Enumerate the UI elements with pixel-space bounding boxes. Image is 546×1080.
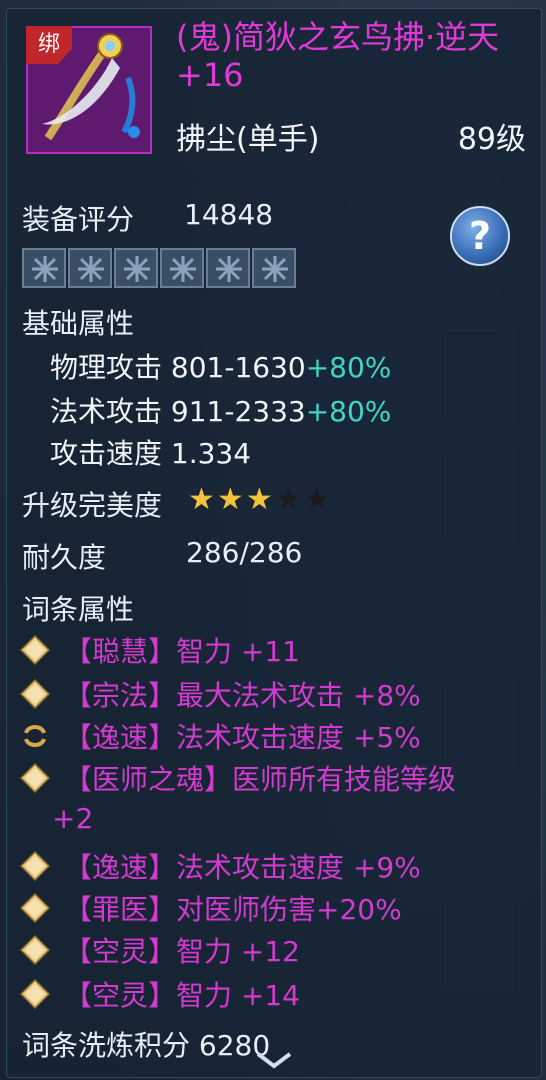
affix-text: 【医师之魂】医师所有技能等级 xyxy=(64,763,457,796)
affix-row: 【空灵】智力 +14 xyxy=(20,974,300,1014)
star-empty-icon: ★ xyxy=(274,482,302,517)
star-filled-icon: ★ xyxy=(245,482,273,517)
snowflake-icon xyxy=(216,256,242,282)
perfection-stars: ★ ★ ★ ★ ★ xyxy=(188,484,331,516)
diamond-icon xyxy=(20,851,50,881)
affix-text: 【空灵】智力 +14 xyxy=(64,979,300,1012)
gem-slot[interactable] xyxy=(114,248,158,288)
perfection-label: 升级完美度 xyxy=(22,489,163,522)
diamond-icon xyxy=(20,893,50,923)
swirl-icon xyxy=(24,725,46,747)
diamond-icon xyxy=(20,763,50,793)
gem-slot[interactable] xyxy=(160,248,204,288)
durability-row: 耐久度 286/286 xyxy=(22,536,302,576)
affix-row: 【聪慧】智力 +11 xyxy=(20,630,300,670)
base-attr-label: 物理攻击 801-1630 xyxy=(50,351,306,384)
item-name: (鬼)简狄之玄鸟拂·逆天 +16 xyxy=(176,18,500,94)
affix-row: 【宗法】最大法术攻击 +8% xyxy=(20,674,421,714)
diamond-icon xyxy=(20,979,50,1009)
durability-label: 耐久度 xyxy=(22,541,107,574)
diamond-icon xyxy=(20,679,50,709)
affix-text: 【聪慧】智力 +11 xyxy=(64,635,300,668)
affixes-header: 词条属性 xyxy=(22,593,135,626)
base-attrs-header: 基础属性 xyxy=(22,307,135,340)
snowflake-icon xyxy=(262,256,288,282)
base-attr-label: 法术攻击 911-2333 xyxy=(50,395,306,428)
base-attr-row: 法术攻击 911-2333+80% xyxy=(50,390,391,430)
affix-text: 【罪医】对医师伤害+20% xyxy=(64,893,402,926)
base-attr-row: 攻击速度 1.334 xyxy=(50,432,251,472)
score-row: 装备评分 14848 xyxy=(22,198,273,238)
help-button[interactable]: ? xyxy=(450,206,510,266)
chevron-down-icon[interactable] xyxy=(254,1050,294,1072)
gem-slot[interactable] xyxy=(206,248,250,288)
gem-slot[interactable] xyxy=(68,248,112,288)
snowflake-icon xyxy=(170,256,196,282)
diamond-icon xyxy=(20,635,50,665)
durability-value: 286/286 xyxy=(186,536,303,569)
snowflake-icon xyxy=(32,256,58,282)
snowflake-icon xyxy=(124,256,150,282)
affix-text: 【宗法】最大法术攻击 +8% xyxy=(64,679,421,712)
gem-slot[interactable] xyxy=(252,248,296,288)
affix-text: 【空灵】智力 +12 xyxy=(64,935,300,968)
affix-row: 【逸速】法术攻击速度 +9% xyxy=(20,846,421,886)
base-attr-bonus: +80% xyxy=(305,351,392,384)
star-filled-icon: ★ xyxy=(188,482,215,517)
star-filled-icon: ★ xyxy=(216,482,244,517)
affix-continuation: +2 xyxy=(52,802,94,835)
item-subtype: 拂尘(单手) xyxy=(176,122,320,157)
score-label: 装备评分 xyxy=(22,203,135,236)
score-value: 14848 xyxy=(184,198,274,231)
base-attr-row: 物理攻击 801-1630+80% xyxy=(50,346,391,386)
affix-text: 【逸速】法术攻击速度 +9% xyxy=(64,851,421,884)
affix-row: 【逸速】法术攻击速度 +5% xyxy=(20,716,421,756)
item-level: 89级 xyxy=(457,122,526,157)
base-attr-label: 攻击速度 1.334 xyxy=(50,437,252,470)
diamond-icon xyxy=(20,935,50,965)
item-icon[interactable]: 绑 xyxy=(26,26,152,154)
star-empty-icon: ★ xyxy=(303,482,331,517)
gem-slot[interactable] xyxy=(22,248,66,288)
affix-row: 【罪医】对医师伤害+20% xyxy=(20,888,402,928)
affix-text: 【逸速】法术攻击速度 +5% xyxy=(64,721,421,754)
refine-points: 词条洗炼积分 6280 xyxy=(22,1029,271,1062)
affix-row: 【医师之魂】医师所有技能等级 xyxy=(20,758,456,798)
base-attr-bonus: +80% xyxy=(305,395,392,428)
affix-row: 【空灵】智力 +12 xyxy=(20,930,300,970)
snowflake-icon xyxy=(78,256,104,282)
gem-slots xyxy=(22,248,296,288)
